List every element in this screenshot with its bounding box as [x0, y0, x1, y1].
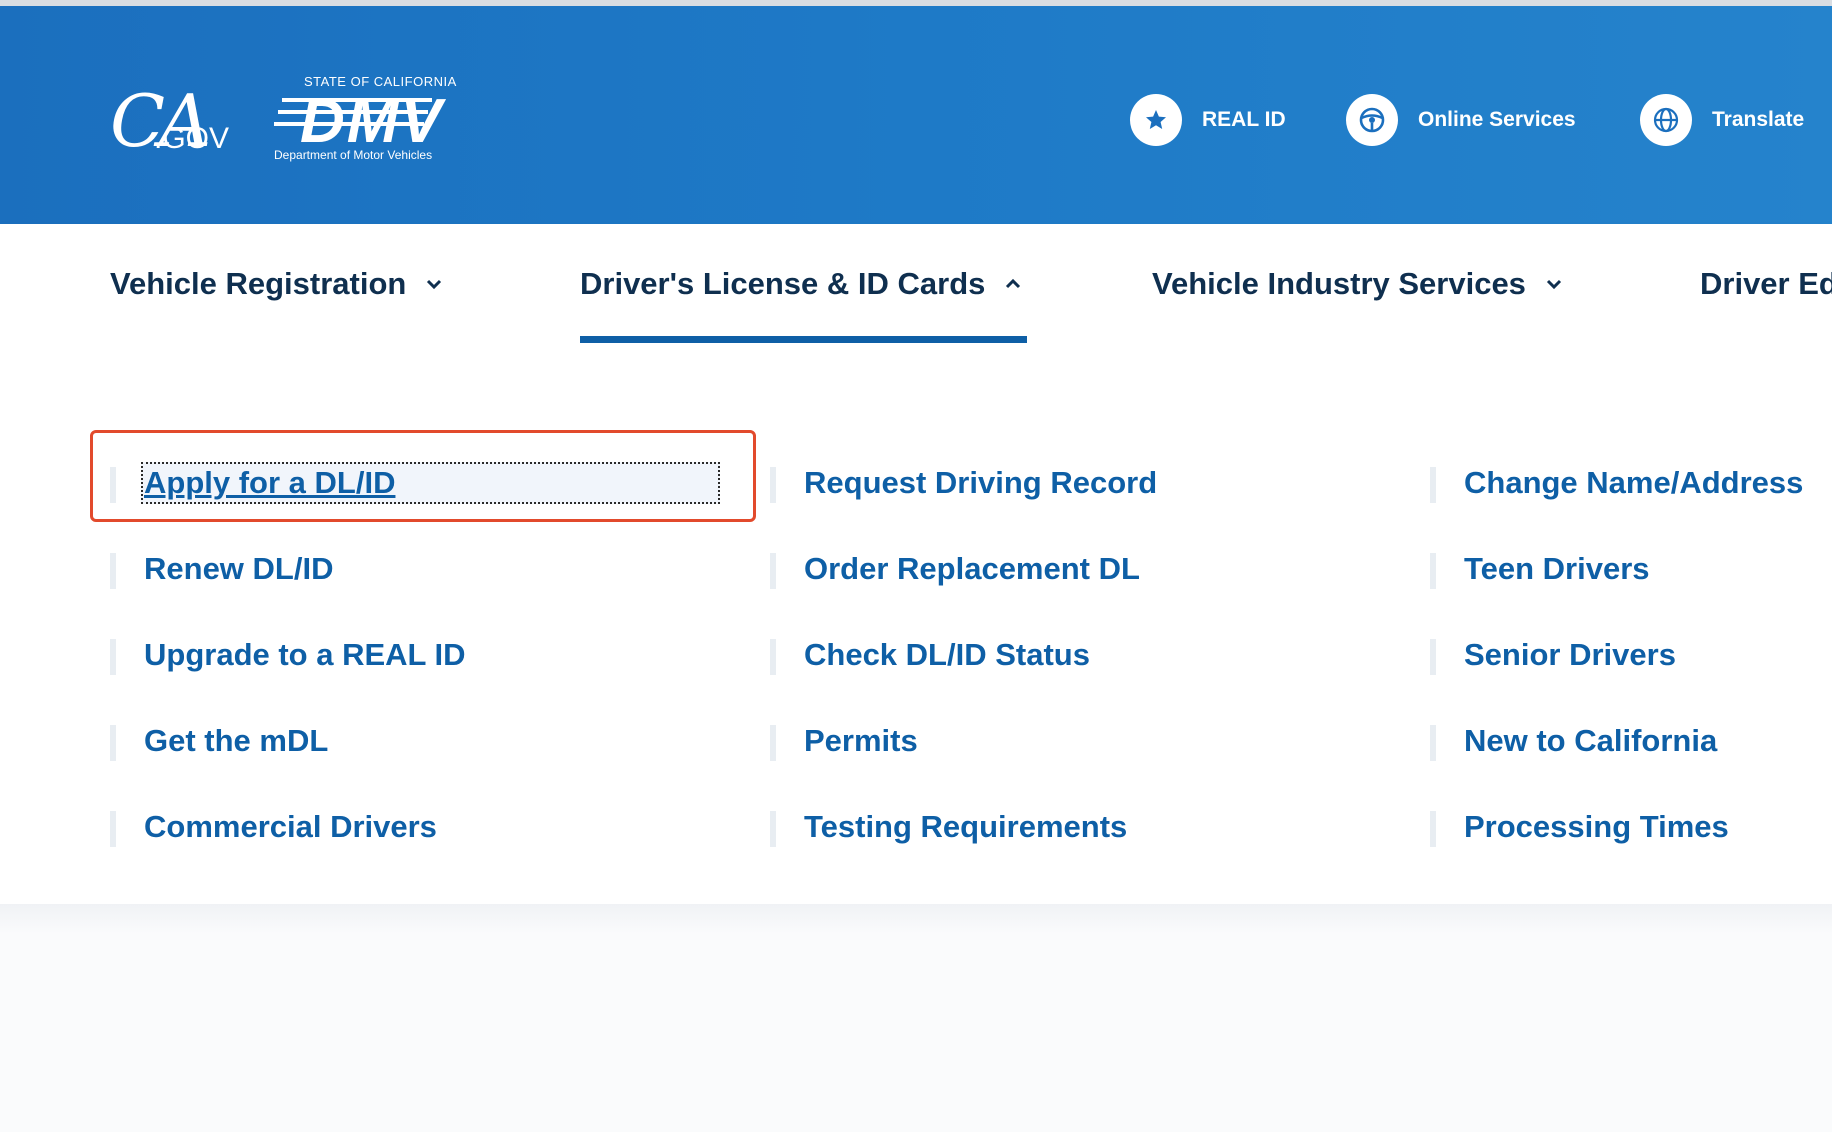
menu-link-label: Testing Requirements: [804, 809, 1128, 844]
menu-link-order-replacement-dl[interactable]: Order Replacement DL: [770, 539, 1140, 599]
dmv-state-text: STATE OF CALIFORNIA: [304, 74, 457, 89]
menu-link-new-to-california[interactable]: New to California: [1430, 711, 1718, 771]
link-divider: [770, 467, 776, 503]
menu-link-upgrade-real-id[interactable]: Upgrade to a REAL ID: [110, 625, 466, 685]
chevron-up-icon: [1006, 278, 1021, 289]
link-divider: [110, 639, 116, 675]
site-header: CA .GOV STATE OF CALIFORNIA DMV Departme…: [0, 6, 1832, 224]
online-services-link[interactable]: Online Services: [1346, 94, 1576, 146]
ca-gov-logo[interactable]: CA .GOV: [110, 76, 230, 166]
link-divider: [770, 725, 776, 761]
menu-link-label: Senior Drivers: [1464, 637, 1676, 672]
online-services-label: Online Services: [1418, 108, 1576, 131]
link-divider: [110, 811, 116, 847]
dmv-dept-text: Department of Motor Vehicles: [274, 148, 433, 162]
chevron-down-icon: [1546, 279, 1561, 290]
dmv-logo-mark: DMV: [274, 88, 446, 150]
link-divider: [110, 725, 116, 761]
link-divider: [1430, 639, 1436, 675]
link-divider: [770, 811, 776, 847]
menu-link-get-mdl[interactable]: Get the mDL: [110, 711, 329, 771]
link-divider: [110, 553, 116, 589]
menu-link-label: Upgrade to a REAL ID: [144, 637, 466, 672]
nav-item-label: Vehicle Registration: [110, 266, 407, 301]
menu-link-testing-requirements[interactable]: Testing Requirements: [770, 797, 1128, 857]
nav-item-label: Driver Ed: [1700, 266, 1832, 301]
globe-icon: [1640, 94, 1692, 146]
menu-link-commercial-drivers[interactable]: Commercial Drivers: [110, 797, 437, 857]
nav-driver-ed[interactable]: Driver Ed: [1700, 224, 1832, 344]
menu-link-renew-dl-id[interactable]: Renew DL/ID: [110, 539, 334, 599]
steering-wheel-icon: [1346, 94, 1398, 146]
target-highlight-box: [90, 430, 756, 522]
menu-link-label: Order Replacement DL: [804, 551, 1140, 586]
menu-link-label: Renew DL/ID: [144, 551, 334, 586]
menu-link-senior-drivers[interactable]: Senior Drivers: [1430, 625, 1676, 685]
menu-link-label: Change Name/Address: [1464, 465, 1804, 500]
dmv-logo[interactable]: STATE OF CALIFORNIA DMV Department of Mo…: [270, 70, 490, 170]
menu-link-label: Get the mDL: [144, 723, 329, 758]
main-nav: Vehicle Registration Driver's License & …: [0, 224, 1832, 344]
link-divider: [770, 639, 776, 675]
nav-item-label: Vehicle Industry Services: [1152, 266, 1526, 301]
menu-link-request-driving-record[interactable]: Request Driving Record: [770, 453, 1158, 513]
translate-link[interactable]: Translate: [1640, 94, 1804, 146]
menu-link-label: Request Driving Record: [804, 465, 1158, 500]
menu-link-label: New to California: [1464, 723, 1718, 758]
menu-link-permits[interactable]: Permits: [770, 711, 918, 771]
menu-link-processing-times[interactable]: Processing Times: [1430, 797, 1729, 857]
ca-logo-suffix: .GOV: [154, 122, 230, 155]
link-divider: [1430, 467, 1436, 503]
star-icon: [1130, 94, 1182, 146]
menu-link-label: Permits: [804, 723, 918, 758]
dmv-mark-text: DMV: [300, 88, 446, 150]
link-divider: [770, 553, 776, 589]
chevron-down-icon: [427, 279, 442, 290]
nav-item-label: Driver's License & ID Cards: [580, 266, 986, 301]
menu-link-change-name-address[interactable]: Change Name/Address: [1430, 453, 1804, 513]
active-tab-underline: [580, 336, 1027, 343]
nav-vehicle-registration[interactable]: Vehicle Registration: [110, 224, 444, 344]
link-divider: [1430, 725, 1436, 761]
nav-vehicle-industry-services[interactable]: Vehicle Industry Services: [1152, 224, 1564, 344]
real-id-link[interactable]: REAL ID: [1130, 94, 1286, 146]
menu-link-label: Processing Times: [1464, 809, 1729, 844]
link-divider: [1430, 553, 1436, 589]
menu-link-check-dl-id-status[interactable]: Check DL/ID Status: [770, 625, 1090, 685]
menu-link-label: Check DL/ID Status: [804, 637, 1090, 672]
dropdown-shadow: [0, 904, 1832, 934]
menu-link-teen-drivers[interactable]: Teen Drivers: [1430, 539, 1650, 599]
nav-drivers-license-id-cards[interactable]: Driver's License & ID Cards: [580, 224, 1023, 344]
menu-link-label: Teen Drivers: [1464, 551, 1650, 586]
link-divider: [1430, 811, 1436, 847]
translate-label: Translate: [1712, 108, 1805, 131]
menu-link-label: Commercial Drivers: [144, 809, 437, 844]
real-id-label: REAL ID: [1202, 108, 1286, 131]
